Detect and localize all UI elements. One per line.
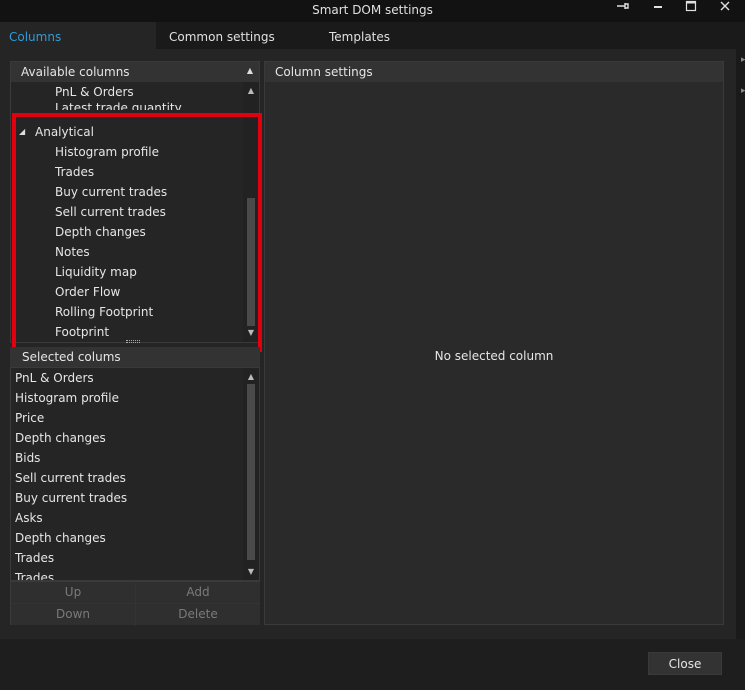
splitter-handle[interactable] [126, 340, 140, 343]
available-scrollbar[interactable]: ▲ ▼ [243, 82, 259, 342]
footer [0, 639, 745, 690]
scroll-down-icon[interactable]: ▼ [243, 328, 259, 337]
maximize-icon[interactable] [681, 0, 701, 14]
list-item[interactable]: Histogram profile [55, 142, 159, 162]
collapse-panel-icon[interactable]: ▲ [247, 66, 253, 75]
tab-common-settings[interactable]: Common settings [169, 22, 275, 49]
scroll-down-icon[interactable]: ▼ [243, 567, 259, 576]
delete-button[interactable]: Delete [136, 604, 260, 625]
list-item[interactable]: Latest trade quantity [55, 98, 182, 110]
title-bar: Smart DOM settings [0, 0, 745, 22]
up-button[interactable]: Up [11, 582, 135, 603]
selected-columns-header: Selected colums [10, 347, 260, 367]
scroll-thumb[interactable] [247, 384, 255, 560]
side-strip [736, 49, 745, 639]
list-item[interactable]: PnL & Orders [15, 368, 94, 388]
list-item[interactable]: Trades [15, 568, 54, 580]
list-item[interactable]: Trades [55, 162, 94, 182]
strip-marker-icon[interactable]: ▸ [741, 86, 745, 96]
column-settings-header: Column settings [265, 62, 723, 82]
add-button[interactable]: Add [136, 582, 260, 603]
scroll-up-icon[interactable]: ▲ [243, 372, 259, 381]
selected-scrollbar[interactable]: ▲ ▼ [243, 368, 259, 580]
scroll-up-icon[interactable]: ▲ [243, 86, 259, 95]
available-columns-panel: Available columns ▲ PnL & Orders Latest … [10, 61, 260, 343]
empty-state-message: No selected column [434, 349, 554, 363]
list-item[interactable]: Asks [15, 508, 43, 528]
down-button[interactable]: Down [11, 604, 135, 625]
list-item[interactable]: Notes [55, 242, 90, 262]
list-item[interactable]: Depth changes [55, 222, 146, 242]
available-columns-header: Available columns [11, 62, 259, 82]
list-item[interactable]: Trades [15, 548, 54, 568]
close-button[interactable]: Close [648, 652, 722, 675]
list-item[interactable]: Buy current trades [55, 182, 167, 202]
group-analytical[interactable]: Analytical [35, 122, 94, 142]
list-item[interactable]: Depth changes [15, 428, 106, 448]
list-item[interactable]: Buy current trades [15, 488, 127, 508]
expand-caret-icon[interactable]: ◢ [19, 122, 25, 142]
selected-columns-list[interactable]: PnL & Orders Histogram profile Price Dep… [10, 367, 260, 581]
minimize-icon[interactable] [648, 0, 668, 14]
window-title: Smart DOM settings [312, 3, 433, 17]
tab-bar: Columns Common settings Templates [0, 22, 745, 49]
list-item[interactable]: Footprint [55, 322, 109, 342]
available-columns-list[interactable]: PnL & Orders Latest trade quantity ◢ Ana… [11, 82, 243, 342]
list-item[interactable]: Liquidity map [55, 262, 137, 282]
list-item[interactable]: Histogram profile [15, 388, 119, 408]
pin-icon[interactable] [613, 0, 633, 14]
list-item[interactable]: Bids [15, 448, 40, 468]
tab-columns[interactable]: Columns [0, 22, 156, 49]
list-item[interactable]: Sell current trades [15, 468, 126, 488]
list-item[interactable]: Rolling Footprint [55, 302, 153, 322]
list-item[interactable]: Sell current trades [55, 202, 166, 222]
close-icon[interactable] [715, 0, 735, 14]
list-item[interactable]: Order Flow [55, 282, 120, 302]
list-action-buttons: Up Add Down Delete [10, 581, 260, 625]
list-item[interactable]: Depth changes [15, 528, 106, 548]
tab-templates[interactable]: Templates [329, 22, 390, 49]
scroll-thumb[interactable] [247, 198, 255, 326]
column-settings-panel: Column settings No selected column [264, 61, 724, 625]
strip-marker-icon[interactable]: ▸ [741, 55, 745, 65]
list-item[interactable]: Price [15, 408, 44, 428]
